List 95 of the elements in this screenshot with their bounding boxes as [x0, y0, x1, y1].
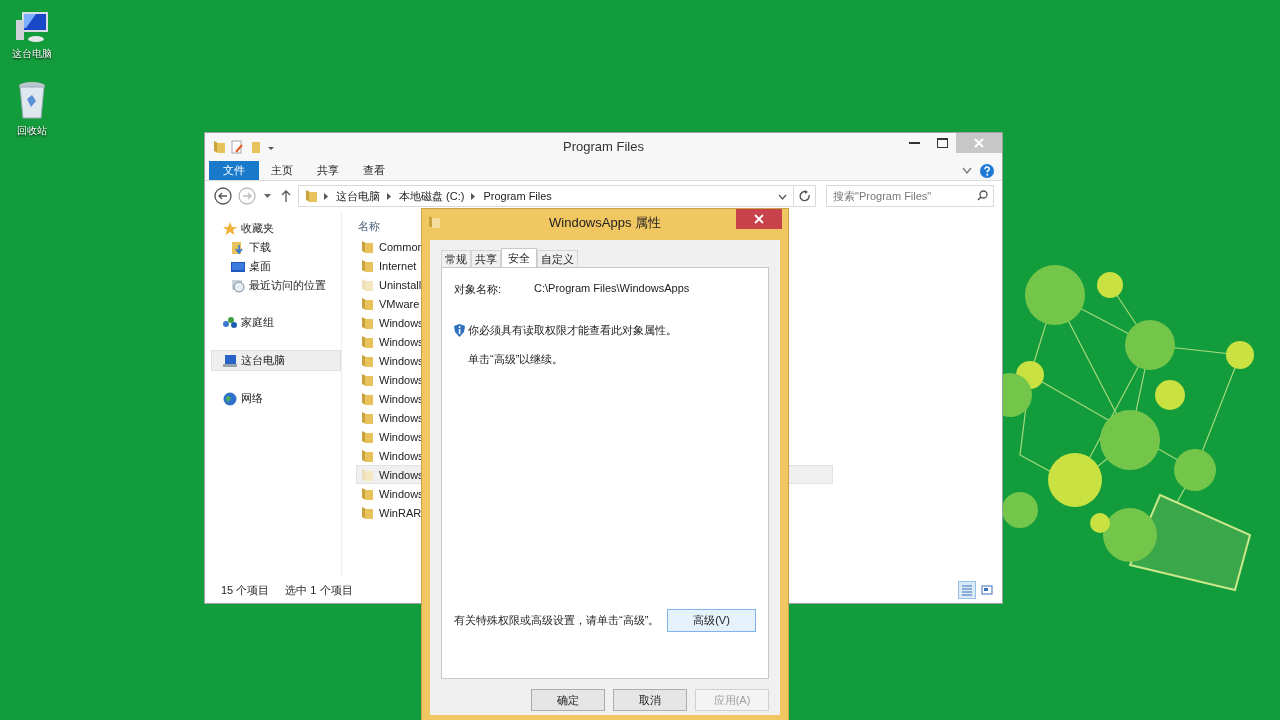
chevron-icon: [471, 192, 477, 200]
breadcrumb[interactable]: Program Files: [483, 190, 552, 202]
minimize-icon: [908, 142, 920, 144]
recent-places-icon: [231, 278, 245, 293]
recent-dropdown[interactable]: [261, 193, 274, 199]
ribbon-tab[interactable]: 主页: [259, 161, 305, 180]
computer-icon: [223, 353, 237, 368]
folder-icon: [361, 353, 373, 368]
advanced-hint-text: 有关特殊权限或高级设置，请单击“高级”。: [454, 613, 660, 628]
file-row[interactable]: Windows: [356, 332, 425, 351]
expand-chevron-icon: [962, 166, 972, 175]
file-row[interactable]: Internet: [356, 256, 418, 275]
star-icon: [223, 221, 237, 236]
nav-item[interactable]: 收藏夹: [205, 219, 341, 238]
file-row[interactable]: Windows: [356, 427, 425, 446]
folder-icon: [361, 258, 373, 273]
search-icon: [977, 190, 988, 201]
nav-item[interactable]: 网络: [205, 389, 341, 408]
folder-icon: [361, 486, 373, 501]
monitor-icon: [231, 259, 245, 274]
file-row[interactable]: Uninstall: [356, 275, 423, 294]
file-row[interactable]: Windows: [356, 370, 425, 389]
maximize-icon: [936, 138, 948, 148]
properties-icon: [231, 140, 243, 154]
chevron-icon: [324, 192, 329, 200]
folder-icon: [361, 334, 373, 349]
nav-item[interactable]: 家庭组: [205, 313, 341, 332]
folder-icon: [361, 505, 373, 520]
tab[interactable]: 安全: [501, 248, 537, 268]
large-icons-view-icon: [981, 584, 993, 596]
file-row[interactable]: Windows: [356, 389, 425, 408]
nav-item[interactable]: 最近访问的位置: [205, 276, 341, 295]
column-header[interactable]: 名称: [356, 218, 380, 234]
folder-icon: [361, 296, 373, 311]
breadcrumb[interactable]: 本地磁盘 (C:): [399, 188, 465, 204]
field-value: C:\Program Files\WindowsApps: [534, 282, 690, 296]
dialog-button[interactable]: 确定: [531, 689, 605, 711]
file-row[interactable]: WinRAR: [356, 503, 423, 522]
address-bar[interactable]: 这台电脑 本地磁盘 (C:) Program Files: [298, 185, 794, 207]
folder-icon: [428, 215, 440, 229]
tab[interactable]: 共享: [471, 250, 501, 268]
window-title: Program Files: [563, 139, 644, 154]
folder-icon: [305, 189, 317, 203]
folder-icon: [361, 372, 373, 387]
field-label: 对象名称:: [454, 282, 503, 297]
file-row[interactable]: Windows: [356, 351, 425, 370]
ribbon-tab[interactable]: 共享: [305, 161, 351, 180]
nav-item[interactable]: 这台电脑: [211, 350, 341, 371]
up-arrow-icon: [281, 190, 291, 202]
folder-icon: [213, 140, 225, 154]
file-row[interactable]: Windows: [356, 313, 425, 332]
advanced-button[interactable]: 高级(V): [667, 609, 756, 632]
dialog-button[interactable]: 取消: [613, 689, 687, 711]
chevron-icon: [387, 192, 392, 200]
info-shield-icon: [454, 324, 465, 337]
status-text: 选中 1 个项目: [285, 582, 353, 598]
dropdown-icon: [264, 193, 271, 199]
folder-icon: [361, 239, 373, 254]
nav-item[interactable]: 桌面: [205, 257, 341, 276]
hint-text: 单击“高级”以继续。: [467, 352, 565, 367]
notice-text: 你必须具有读取权限才能查看此对象属性。: [468, 323, 677, 338]
ribbon-tab[interactable]: 查看: [351, 161, 397, 180]
homegroup-icon: [223, 315, 237, 330]
close-icon: [754, 214, 764, 224]
folder-icon: [361, 429, 373, 444]
close-button[interactable]: [736, 209, 782, 229]
search-field[interactable]: 搜索"Program Files": [826, 185, 994, 207]
file-row[interactable]: VMware: [356, 294, 421, 313]
file-menu-button[interactable]: 文件: [209, 161, 259, 180]
close-icon: [974, 138, 984, 148]
globe-icon: [223, 391, 237, 406]
breadcrumb[interactable]: 这台电脑: [336, 188, 380, 204]
folder-icon: [361, 448, 373, 463]
folder-icon: [361, 391, 373, 406]
file-row[interactable]: Windows: [356, 446, 425, 465]
status-text: 15 个项目: [221, 582, 270, 598]
details-view-icon: [961, 584, 973, 596]
file-row[interactable]: Windows: [356, 484, 425, 503]
nav-item[interactable]: 下载: [205, 238, 341, 257]
back-button[interactable]: [213, 187, 233, 205]
dropdown-chevron-icon: [778, 194, 787, 200]
new-folder-icon: [249, 140, 261, 154]
computer-icon: [14, 10, 50, 44]
refresh-button[interactable]: [794, 185, 816, 207]
folder-icon: [361, 315, 373, 330]
dialog-title: WindowsApps 属性: [549, 214, 661, 232]
download-folder-icon: [231, 240, 245, 255]
file-row[interactable]: Windows: [356, 408, 425, 427]
folder-icon: [361, 410, 373, 425]
tab[interactable]: 常规: [441, 250, 471, 268]
folder-icon: [361, 277, 373, 292]
tab[interactable]: 自定义: [537, 250, 578, 268]
recycle-bin-icon: [17, 81, 47, 121]
refresh-icon: [798, 190, 811, 202]
folder-icon: [361, 467, 373, 482]
